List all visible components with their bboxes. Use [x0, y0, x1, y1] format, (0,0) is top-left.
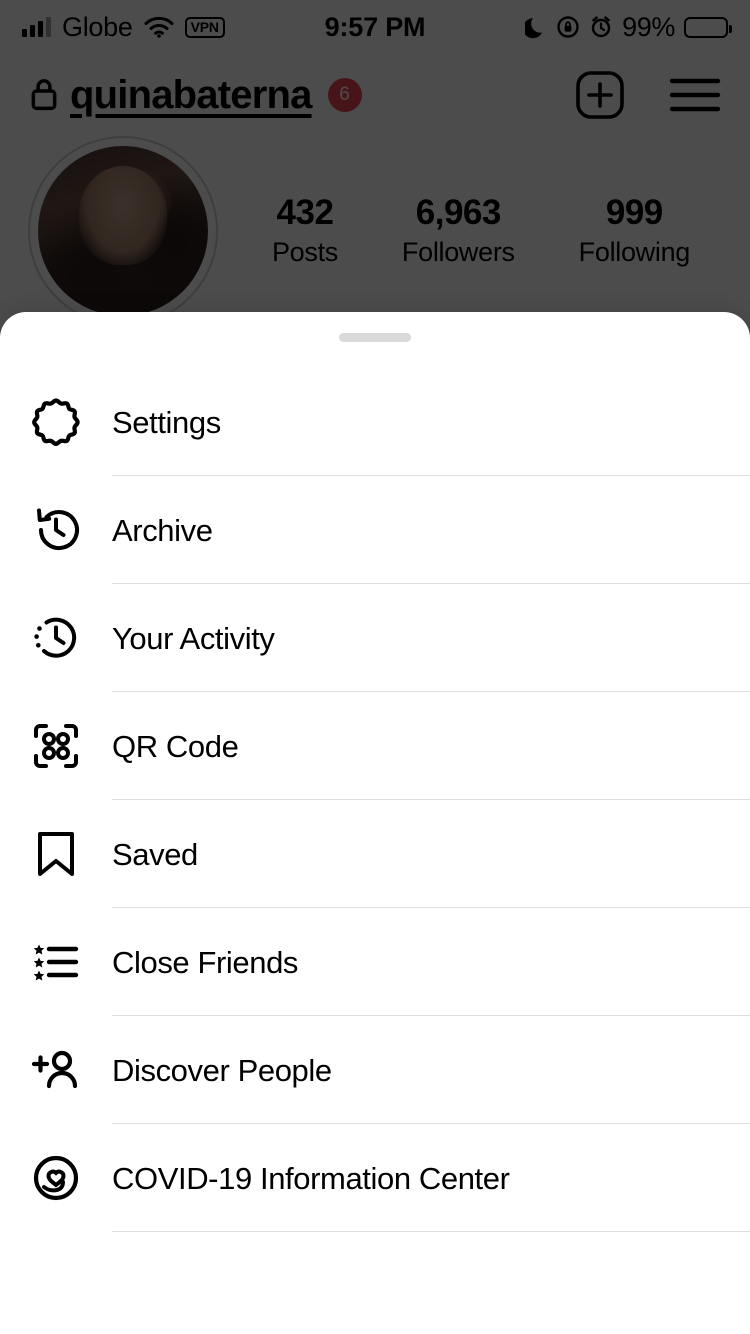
status-bar-right: 99% — [425, 11, 732, 43]
plus-square-icon[interactable] — [574, 69, 626, 121]
bookmark-icon — [26, 824, 86, 884]
menu-item-settings[interactable]: Settings — [0, 368, 750, 476]
menu-item-discover-people[interactable]: Discover People — [0, 1016, 750, 1124]
clock-back-arrow-icon — [26, 500, 86, 560]
wifi-icon — [144, 16, 174, 38]
menu-item-archive[interactable]: Archive — [0, 476, 750, 584]
menu-item-label: Your Activity — [112, 620, 275, 656]
heart-circle-icon — [26, 1148, 86, 1208]
lock-icon — [28, 75, 60, 115]
username-group[interactable]: quinabaterna 6 — [28, 73, 574, 118]
gear-icon — [26, 392, 86, 452]
person-plus-icon — [26, 1040, 86, 1100]
avatar[interactable] — [28, 136, 218, 326]
stat-posts[interactable]: 432 Posts — [271, 193, 338, 268]
clock-label: 9:57 PM — [324, 11, 426, 42]
menu-item-label: Saved — [112, 836, 198, 872]
moon-icon — [525, 15, 547, 39]
clock-dotted-icon — [26, 608, 86, 668]
avatar-image — [38, 146, 208, 316]
menu-item-label: Discover People — [112, 1052, 332, 1088]
rotation-lock-icon — [556, 15, 580, 39]
instagram-profile-screen: Globe VPN 9:57 PM 99% quinabaterna 6 432… — [0, 0, 750, 1334]
sheet-grabber[interactable] — [339, 333, 411, 342]
menu-item-your-activity[interactable]: Your Activity — [0, 584, 750, 692]
profile-summary: 432 Posts 6,963 Followers 999 Following — [0, 136, 750, 326]
stat-following-label: Following — [578, 236, 691, 267]
status-bar-left: Globe VPN — [22, 12, 325, 43]
vpn-badge: VPN — [184, 16, 225, 38]
status-bar: Globe VPN 9:57 PM 99% — [0, 0, 750, 54]
stat-following-value: 999 — [605, 193, 663, 232]
battery-icon — [684, 16, 732, 38]
battery-percentage-label: 99% — [622, 11, 675, 42]
stat-posts-value: 432 — [276, 193, 334, 232]
menu-item-qr-code[interactable]: QR Code — [0, 692, 750, 800]
profile-stats: 432 Posts 6,963 Followers 999 Following — [218, 136, 722, 268]
qr-code-icon — [26, 716, 86, 776]
status-bar-center: 9:57 PM — [325, 12, 426, 43]
menu-list: Settings Archive Your Activity QR Code S… — [0, 368, 750, 1232]
menu-item-covid-info[interactable]: COVID-19 Information Center — [0, 1124, 750, 1232]
stat-posts-label: Posts — [271, 236, 338, 267]
star-list-icon — [26, 932, 86, 992]
cellular-signal-icon — [22, 17, 51, 37]
notification-badge: 6 — [327, 78, 362, 112]
stat-followers-label: Followers — [401, 236, 515, 267]
profile-header: quinabaterna 6 — [0, 54, 750, 136]
stat-following[interactable]: 999 Following — [578, 193, 691, 268]
menu-item-saved[interactable]: Saved — [0, 800, 750, 908]
stat-followers-value: 6,963 — [415, 193, 502, 232]
menu-item-label: COVID-19 Information Center — [112, 1160, 510, 1196]
profile-username: quinabaterna — [70, 72, 312, 117]
alarm-icon — [589, 15, 613, 39]
carrier-label: Globe — [62, 11, 133, 42]
menu-item-close-friends[interactable]: Close Friends — [0, 908, 750, 1016]
menu-item-label: Settings — [112, 404, 221, 440]
stat-followers[interactable]: 6,963 Followers — [401, 193, 515, 268]
header-actions — [574, 69, 722, 121]
menu-item-label: QR Code — [112, 728, 239, 764]
menu-item-label: Archive — [112, 512, 213, 548]
hamburger-menu-icon[interactable] — [668, 74, 722, 116]
menu-item-label: Close Friends — [112, 944, 299, 980]
profile-menu-sheet: Settings Archive Your Activity QR Code S… — [0, 312, 750, 1334]
